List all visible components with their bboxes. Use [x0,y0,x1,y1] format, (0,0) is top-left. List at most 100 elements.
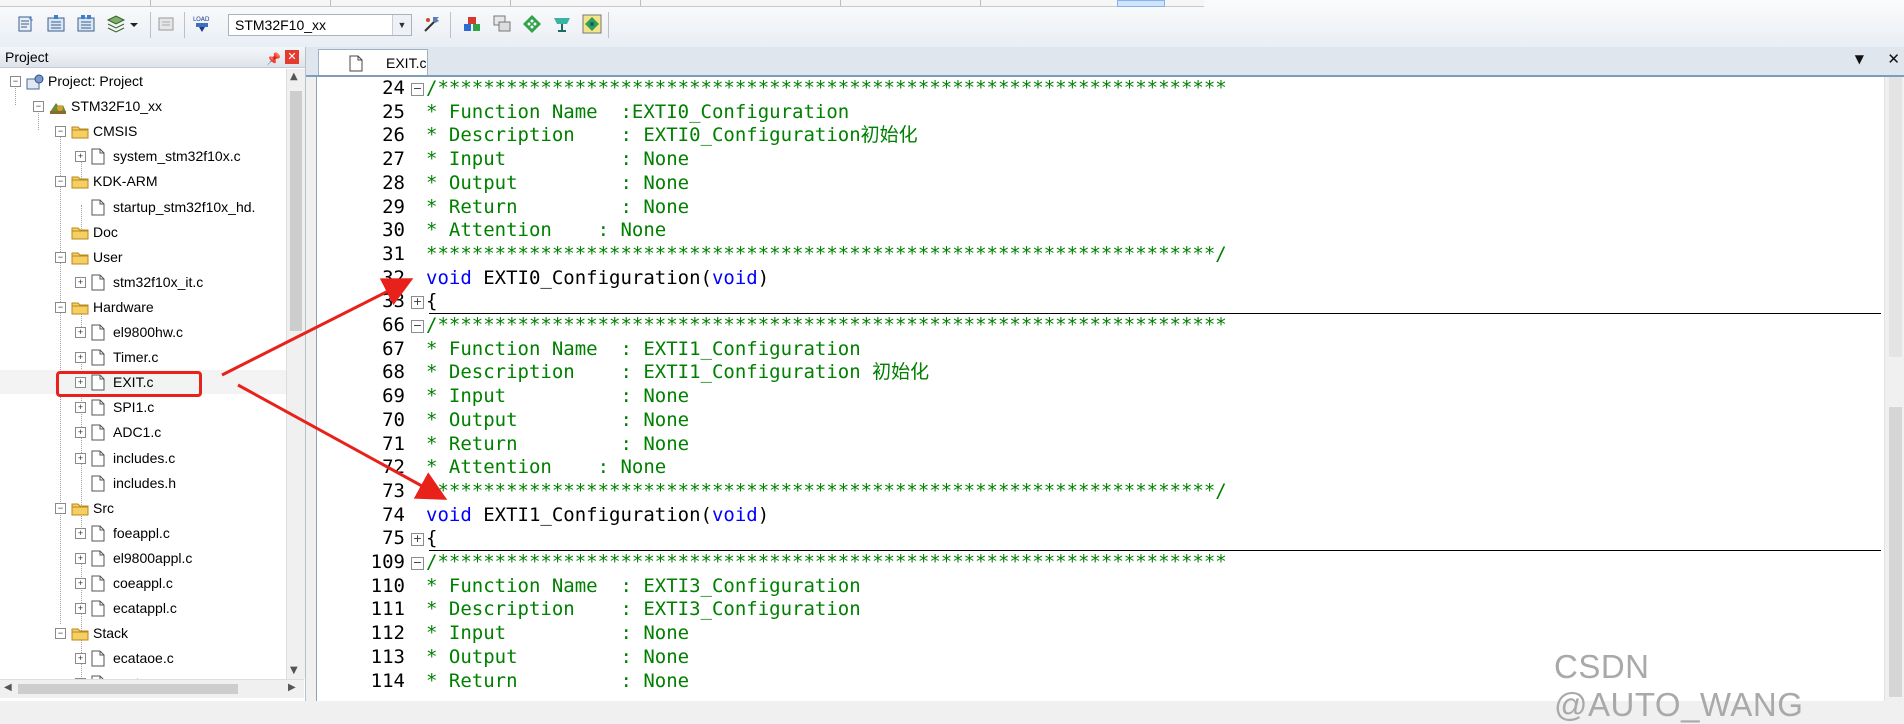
tree-item-includes-c[interactable]: + includes.c [0,446,286,470]
tab-list-dropdown-icon[interactable]: ▼ [1855,52,1864,66]
expand-icon[interactable]: + [75,352,86,364]
tree-item-timer-c[interactable]: + Timer.c [0,345,286,369]
code-line[interactable]: 25 * Function Name :EXTI0_Configuration [317,101,1904,125]
scroll-right-icon[interactable]: ▶ [288,682,296,693]
code-line[interactable]: 29 * Return : None [317,196,1904,220]
collapse-icon[interactable]: − [55,301,66,313]
tree-item-ecatappl-c[interactable]: + ecatappl.c [0,596,286,620]
batch-build-icon[interactable] [104,12,128,36]
code-editor[interactable]: 24−/************************************… [316,77,1904,701]
expand-icon[interactable]: + [75,276,86,288]
tree-item-ecataoe-c[interactable]: + ecataoe.c [0,646,286,670]
fold-collapse-icon[interactable]: − [411,557,424,570]
code-line[interactable]: 66−/************************************… [317,314,1904,338]
code-line[interactable]: 72 * Attention : None [317,456,1904,480]
selected-toolbar-item[interactable] [1117,0,1165,7]
code-line[interactable]: 33 +{ [317,290,1904,314]
tab-exit-c[interactable]: EXIT.c [318,49,428,75]
code-line[interactable]: 68 * Description : EXTI1_Configuration 初始… [317,361,1904,385]
dropdown-arrow-icon[interactable] [128,12,140,36]
tree-item-stm32f10-xx[interactable]: − STM32F10_xx [0,94,286,118]
project-tree-vertical-scrollbar[interactable]: ▲ ▼ [286,69,305,679]
rebuild-icon[interactable] [74,12,98,36]
code-line[interactable]: 31 **************************************… [317,243,1904,267]
tree-item-system-stm32f10x-c[interactable]: + system_stm32f10x.c [0,144,286,168]
tree-item-startup-stm32f10x-hd[interactable]: startup_stm32f10x_hd. [0,195,286,219]
scrollbar-thumb[interactable] [290,91,302,331]
code-line[interactable]: 69 * Input : None [317,385,1904,409]
project-tree-horizontal-scrollbar[interactable]: ◀ ▶ [0,679,304,698]
code-line[interactable]: 30 * Attention : None [317,219,1904,243]
target-select[interactable]: STM32F10_xx ▼ [228,14,412,36]
collapse-icon[interactable]: − [55,502,66,514]
download-icon[interactable]: LOAD [190,12,214,36]
expand-icon[interactable]: + [75,552,86,564]
tree-item-project-project[interactable]: − Project: Project [0,69,286,93]
code-line[interactable]: 70 * Output : None [317,409,1904,433]
tree-item-spi1-c[interactable]: + SPI1.c [0,395,286,419]
code-line[interactable]: 109−/***********************************… [317,551,1904,575]
pin-icon[interactable]: 📌 [266,49,281,69]
scrollbar-thumb[interactable] [18,684,238,694]
code-line[interactable]: 27 * Input : None [317,148,1904,172]
code-line[interactable]: 32 void EXTI0_Configuration(void) [317,267,1904,291]
close-tab-icon[interactable]: ✕ [1887,50,1900,68]
code-line[interactable]: 67 * Function Name : EXTI1_Configuration [317,338,1904,362]
code-line[interactable]: 112 * Input : None [317,622,1904,646]
software-packs-icon[interactable] [550,12,574,36]
expand-icon[interactable]: + [75,578,86,589]
tree-item-includes-h[interactable]: includes.h [0,471,286,495]
tree-item-hardware[interactable]: − Hardware [0,295,286,319]
code-line[interactable]: 111 * Description : EXTI3_Configuration [317,598,1904,622]
code-line[interactable]: 73 **************************************… [317,480,1904,504]
code-line[interactable]: 110 * Function Name : EXTI3_Configuration [317,575,1904,599]
tree-item-stm32f10x-it-c[interactable]: + stm32f10x_it.c [0,270,286,294]
fold-collapse-icon[interactable]: − [411,83,424,96]
tree-item-foeappl-c[interactable]: + foeappl.c [0,521,286,545]
code-line[interactable]: 26 * Description : EXTI0_Configuration初始化 [317,124,1904,148]
pack-installer-icon[interactable] [520,12,544,36]
scroll-down-icon[interactable]: ▼ [290,665,298,676]
code-line[interactable]: 24−/************************************… [317,77,1904,101]
translate-icon[interactable] [14,12,38,36]
tree-item-ecatcoe-c[interactable]: +ecatcoe.c [0,671,286,679]
tree-item-adc1-c[interactable]: + ADC1.c [0,420,286,444]
expand-icon[interactable]: + [75,527,86,539]
collapse-icon[interactable]: − [55,176,66,188]
close-icon[interactable]: ✕ [285,50,299,64]
expand-icon[interactable]: + [75,327,86,338]
chevron-down-icon[interactable]: ▼ [392,15,411,35]
manage-components-icon[interactable] [460,12,484,36]
expand-icon[interactable]: + [75,427,86,439]
expand-icon[interactable]: + [75,402,86,414]
code-line[interactable]: 71 * Return : None [317,433,1904,457]
file-extensions-icon[interactable] [490,12,514,36]
tree-item-kdk-arm[interactable]: − KDK-ARM [0,169,286,193]
expand-icon[interactable]: + [75,151,86,163]
stop-build-icon[interactable] [154,12,178,36]
code-line[interactable]: 28 * Output : None [317,172,1904,196]
tree-item-user[interactable]: − User [0,245,286,269]
expand-icon[interactable]: + [75,603,86,615]
collapse-icon[interactable]: − [55,628,66,640]
fold-expand-icon[interactable]: + [411,533,424,547]
code-line[interactable]: 75 +{ [317,527,1904,551]
tree-item-el9800hw-c[interactable]: + el9800hw.c [0,320,286,344]
expand-icon[interactable]: + [75,452,86,464]
scroll-up-icon[interactable]: ▲ [290,71,298,82]
target-options-icon[interactable] [420,12,444,36]
code-line[interactable]: 74 void EXTI1_Configuration(void) [317,504,1904,528]
select-packs-icon[interactable] [580,12,604,36]
collapse-icon[interactable]: − [10,76,21,87]
tree-item-el9800appl-c[interactable]: + el9800appl.c [0,546,286,570]
tree-item-coeappl-c[interactable]: + coeappl.c [0,571,286,595]
scroll-left-icon[interactable]: ◀ [4,682,12,693]
tree-item-stack[interactable]: − Stack [0,621,286,645]
collapse-icon[interactable]: − [55,251,66,263]
tree-item-cmsis[interactable]: − CMSIS [0,119,286,143]
expand-icon[interactable]: + [75,653,86,665]
tree-item-src[interactable]: − Src [0,496,286,520]
fold-collapse-icon[interactable]: − [411,320,424,333]
tree-item-doc[interactable]: Doc [0,220,286,244]
collapse-icon[interactable]: − [55,126,66,138]
